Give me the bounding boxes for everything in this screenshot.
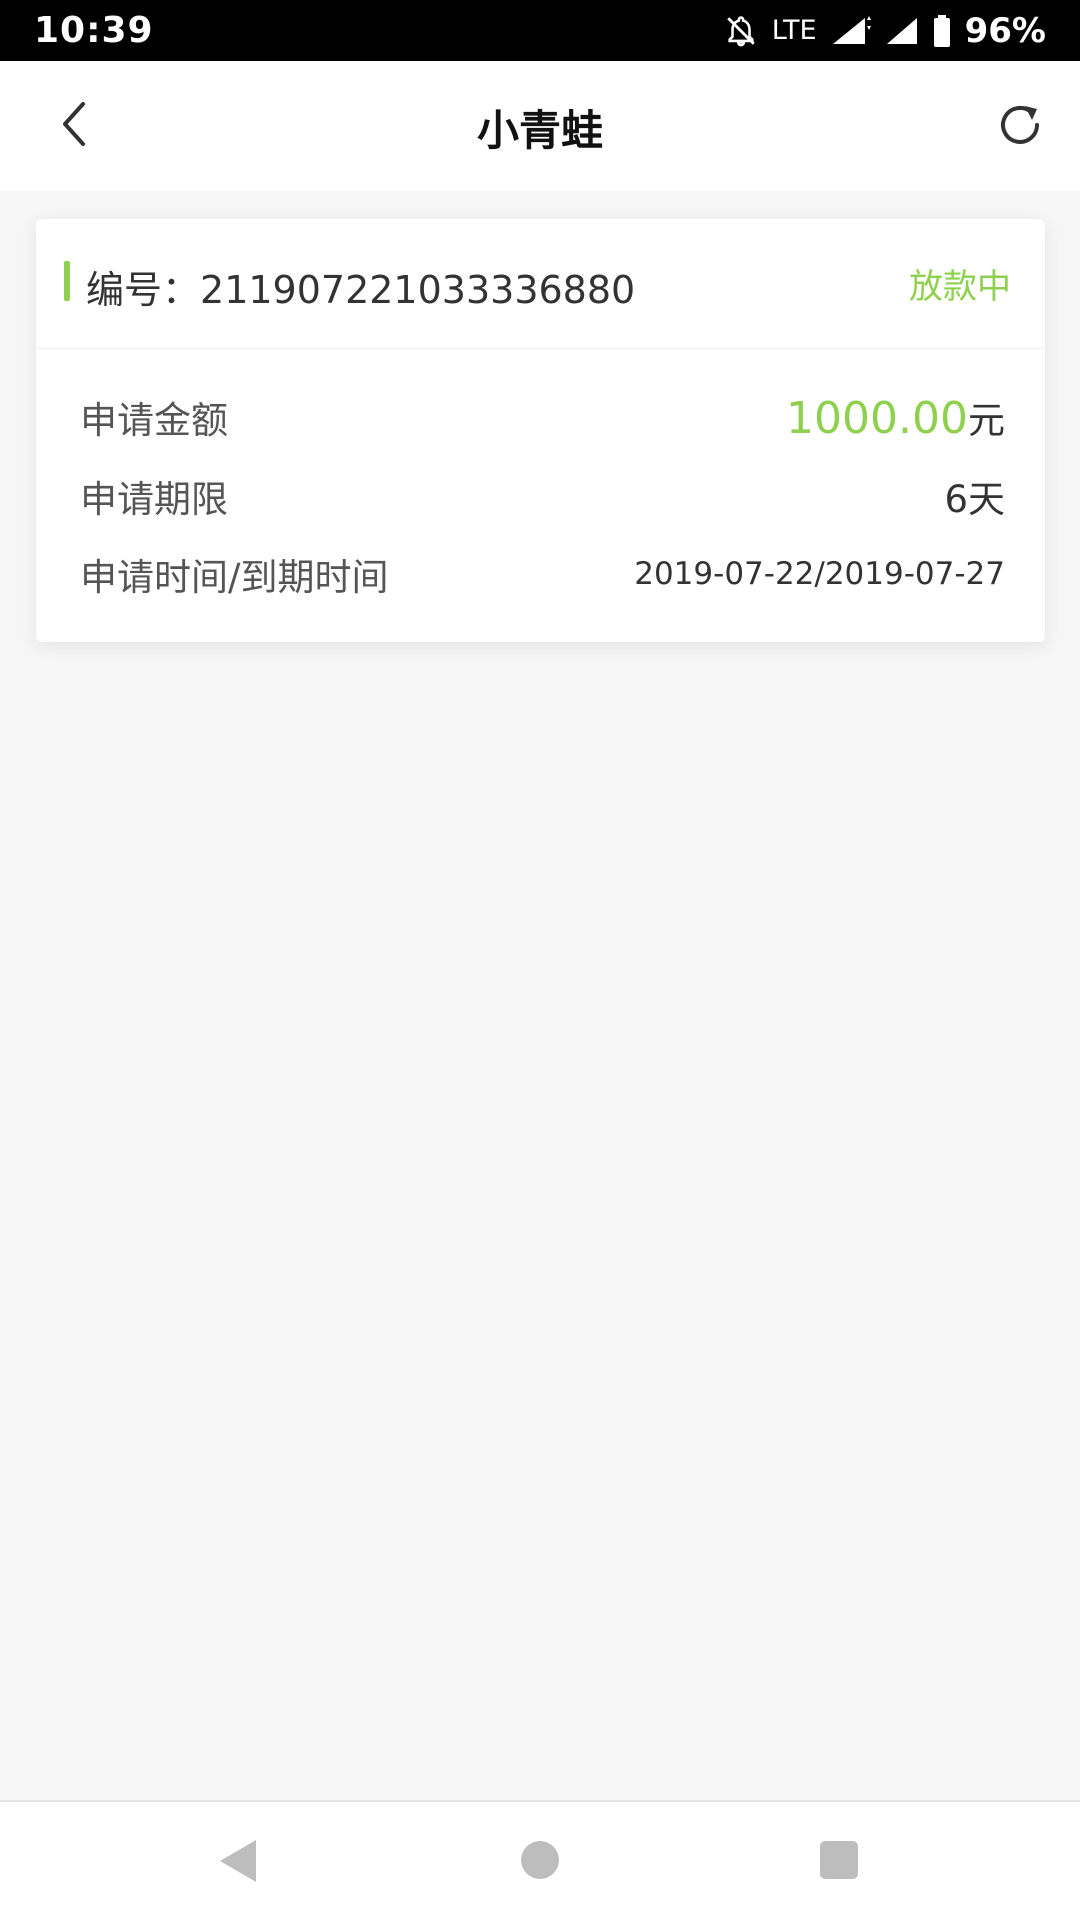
status-time: 10:39 — [34, 10, 154, 51]
battery-percent: 96% — [964, 10, 1046, 51]
dates-value: 2019-07-22/2019-07-27 — [634, 556, 1005, 592]
detail-row-amount: 申请金额 1000.00元 — [80, 387, 1005, 447]
signal-icon — [885, 16, 919, 46]
order-number-label: 编号： — [86, 268, 201, 312]
back-triangle-icon — [218, 1840, 258, 1888]
status-icons: LTE 96% — [724, 11, 1046, 51]
navigation-bar — [0, 1800, 1080, 1920]
network-type: LTE — [771, 15, 817, 46]
amount-unit: 元 — [968, 399, 1005, 442]
card-header: 编号：211907221033336880 放款中 — [36, 219, 1045, 349]
app-header: 小青蛙 — [0, 61, 1080, 191]
bell-off-icon — [724, 14, 758, 48]
order-number-value: 211907221033336880 — [200, 268, 636, 312]
battery-icon — [933, 14, 951, 47]
term-label: 申请期限 — [80, 478, 228, 521]
page-title: 小青蛙 — [476, 106, 603, 155]
signal-icon — [831, 15, 871, 46]
home-circle-icon[interactable] — [521, 1841, 559, 1879]
order-card[interactable]: 编号：211907221033336880 放款中 申请金额 1000.00元 … — [36, 219, 1045, 642]
accent-bar — [64, 261, 70, 301]
order-number: 编号：211907221033336880 — [86, 259, 635, 314]
status-badge: 放款中 — [909, 267, 1011, 307]
status-bar: 10:39 LTE 96% — [0, 0, 1080, 61]
detail-row-term: 申请期限 6天 — [80, 466, 1005, 526]
amount-value-group: 1000.00元 — [786, 390, 1005, 444]
amount-value: 1000.00 — [786, 393, 968, 444]
detail-row-dates: 申请时间/到期时间 2019-07-22/2019-07-27 — [80, 544, 1005, 604]
nav-back-button[interactable] — [218, 1838, 258, 1884]
recents-square-icon[interactable] — [820, 1841, 858, 1879]
term-value: 6天 — [944, 478, 1005, 521]
amount-label: 申请金额 — [80, 399, 228, 442]
refresh-icon — [995, 100, 1045, 154]
refresh-button[interactable] — [982, 89, 1058, 165]
dates-label: 申请时间/到期时间 — [80, 556, 389, 599]
